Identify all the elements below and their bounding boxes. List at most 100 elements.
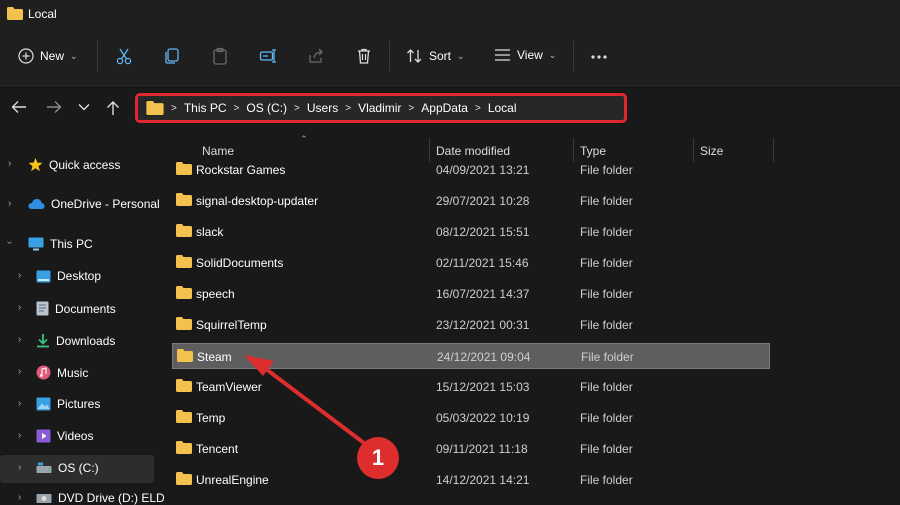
file-date: 29/07/2021 10:28 (436, 194, 530, 208)
breadcrumb-appdata[interactable]: AppData (421, 101, 468, 115)
breadcrumb-this-pc[interactable]: This PC (184, 101, 227, 115)
folder-icon (176, 441, 192, 454)
file-name: UnrealEngine (196, 473, 269, 487)
annotation-badge: 1 (357, 437, 399, 479)
expand-chevron-icon[interactable]: › (18, 366, 21, 377)
file-name: Rockstar Games (196, 163, 286, 177)
file-date: 08/12/2021 15:51 (436, 225, 530, 239)
forward-arrow-icon[interactable] (46, 100, 62, 114)
folder-icon (176, 317, 192, 330)
column-header-size[interactable]: Size (700, 144, 723, 158)
pictures-icon (36, 397, 51, 411)
delete-icon[interactable] (355, 47, 373, 65)
breadcrumb-separator-icon: > (408, 102, 415, 114)
expand-chevron-icon[interactable]: › (18, 430, 21, 441)
folder-icon (7, 7, 23, 20)
file-row[interactable]: speech 16/07/2021 14:37 File folder (172, 282, 770, 306)
file-date: 02/11/2021 15:46 (436, 256, 529, 270)
file-date: 04/09/2021 13:21 (436, 163, 530, 177)
file-name: slack (196, 225, 224, 239)
share-icon[interactable] (307, 47, 325, 65)
chevron-down-icon: ⌄ (548, 49, 557, 60)
file-row[interactable]: slack 08/12/2021 15:51 File folder (172, 220, 770, 244)
file-type: File folder (580, 380, 633, 394)
file-row[interactable]: Temp 05/03/2022 10:19 File folder (172, 406, 770, 430)
copy-icon[interactable] (163, 47, 181, 65)
divider (573, 41, 574, 71)
sidebar-item-quick-access[interactable]: Quick access (28, 157, 120, 172)
sidebar-item-dvd-drive[interactable]: DVD Drive (D:) ELD (36, 491, 165, 505)
file-date: 23/12/2021 00:31 (436, 318, 530, 332)
dvd-icon (36, 492, 52, 504)
column-divider[interactable] (773, 138, 774, 162)
more-icon[interactable] (590, 54, 608, 60)
file-row[interactable]: Rockstar Games 04/09/2021 13:21 File fol… (172, 158, 770, 182)
sort-label: Sort (429, 49, 452, 63)
back-arrow-icon[interactable] (11, 100, 27, 114)
breadcrumb-users[interactable]: Users (307, 101, 338, 115)
drive-icon (36, 462, 52, 474)
file-name: signal-desktop-updater (196, 194, 319, 208)
column-header-name[interactable]: Name (202, 144, 234, 158)
sidebar-item-onedrive[interactable]: OneDrive - Personal (28, 197, 160, 211)
file-type: File folder (580, 411, 633, 425)
divider (97, 41, 98, 71)
folder-icon (176, 193, 192, 206)
view-button[interactable]: View ⌄ (494, 48, 556, 62)
breadcrumb-local[interactable]: Local (488, 101, 517, 115)
sidebar-item-downloads[interactable]: Downloads (36, 333, 115, 348)
documents-icon (36, 301, 49, 316)
file-row-selected[interactable]: Steam 24/12/2021 09:04 File folder (172, 343, 770, 369)
up-arrow-icon[interactable] (106, 100, 120, 116)
sort-ascending-icon: ⌃ (300, 134, 308, 144)
expand-chevron-icon[interactable]: › (18, 398, 21, 409)
column-header-date[interactable]: Date modified (436, 144, 510, 158)
sidebar-item-this-pc[interactable]: This PC (28, 237, 93, 251)
breadcrumb-os-c[interactable]: OS (C:) (246, 101, 287, 115)
file-date: 05/03/2022 10:19 (436, 411, 530, 425)
sidebar-item-os-c[interactable]: OS (C:) (36, 461, 99, 475)
expand-chevron-icon[interactable]: › (18, 302, 21, 313)
expand-chevron-icon[interactable]: › (18, 270, 21, 281)
breadcrumb-vladimir[interactable]: Vladimir (358, 101, 401, 115)
file-row[interactable]: TeamViewer 15/12/2021 15:03 File folder (172, 375, 770, 399)
recent-locations-icon[interactable] (78, 103, 90, 111)
file-type: File folder (580, 256, 633, 270)
folder-icon (176, 162, 192, 175)
file-row[interactable]: Tencent 09/11/2021 11:18 File folder (172, 437, 770, 461)
file-date: 14/12/2021 14:21 (436, 473, 530, 487)
new-button[interactable]: New ⌄ (18, 48, 78, 64)
file-row[interactable]: SquirrelTemp 23/12/2021 00:31 File folde… (172, 313, 770, 337)
expand-chevron-icon[interactable]: › (18, 492, 21, 503)
sidebar-item-documents[interactable]: Documents (36, 301, 116, 316)
column-header-type[interactable]: Type (580, 144, 606, 158)
download-icon (36, 333, 50, 348)
title-bar: Local (0, 0, 900, 28)
file-row[interactable]: signal-desktop-updater 29/07/2021 10:28 … (172, 189, 770, 213)
expand-chevron-icon[interactable]: › (8, 158, 11, 169)
sidebar-item-music[interactable]: Music (36, 365, 88, 380)
cut-icon[interactable] (115, 47, 133, 65)
expand-chevron-icon[interactable]: › (18, 462, 21, 473)
paste-icon[interactable] (211, 47, 229, 65)
rename-icon[interactable] (259, 47, 277, 65)
expand-chevron-icon[interactable]: › (4, 241, 15, 244)
file-type: File folder (580, 318, 633, 332)
star-icon (28, 157, 43, 172)
divider (389, 41, 390, 71)
file-name: Temp (196, 411, 226, 425)
expand-chevron-icon[interactable]: › (8, 198, 11, 209)
sidebar-item-desktop[interactable]: Desktop (36, 269, 101, 283)
expand-chevron-icon[interactable]: › (18, 334, 21, 345)
file-row[interactable]: UnrealEngine 14/12/2021 14:21 File folde… (172, 468, 770, 492)
address-bar[interactable]: > This PC > OS (C:) > Users > Vladimir >… (135, 93, 627, 123)
folder-icon (176, 379, 192, 392)
file-row[interactable]: SolidDocuments 02/11/2021 15:46 File fol… (172, 251, 770, 275)
view-icon (494, 48, 511, 62)
sidebar-item-videos[interactable]: Videos (36, 429, 93, 443)
file-type: File folder (580, 442, 633, 456)
folder-icon (176, 410, 192, 423)
sort-button[interactable]: Sort ⌄ (406, 48, 465, 64)
sidebar-item-pictures[interactable]: Pictures (36, 397, 100, 411)
file-name: Tencent (196, 442, 239, 456)
